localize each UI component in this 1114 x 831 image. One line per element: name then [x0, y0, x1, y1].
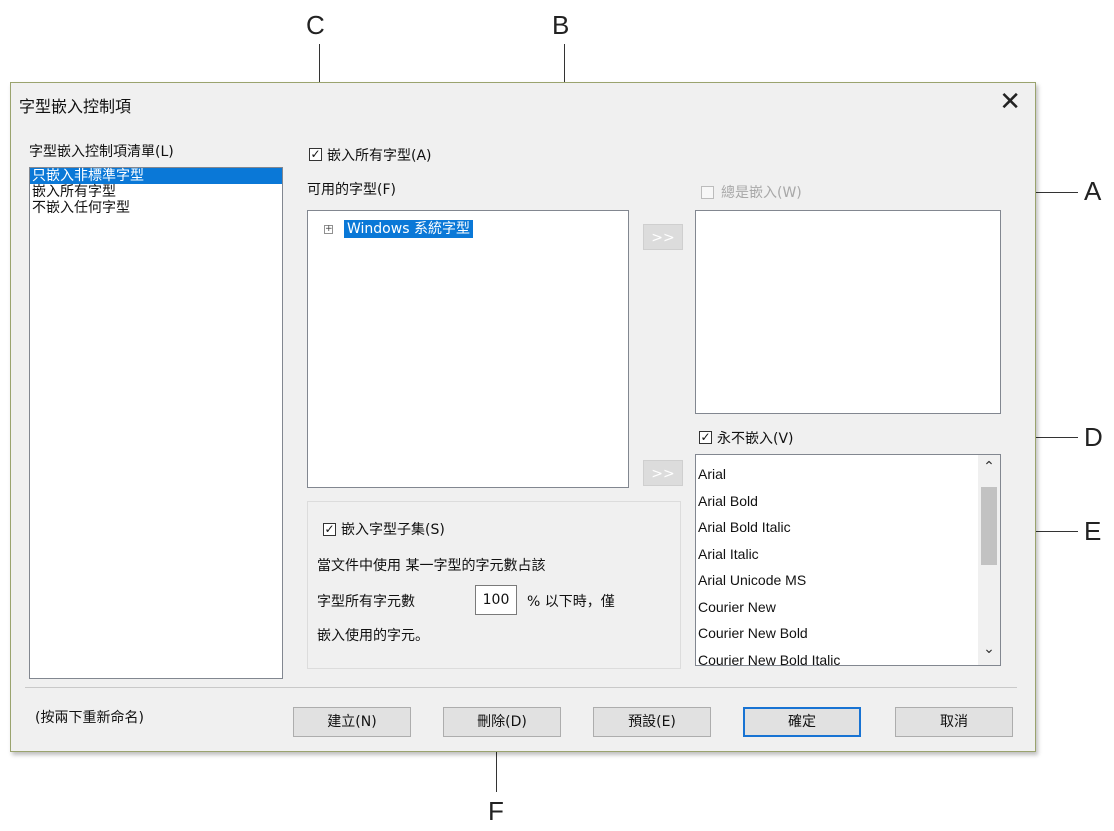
subset-description-line3: 嵌入使用的字元。 [317, 628, 429, 644]
delete-button[interactable]: 刪除(D) [443, 707, 561, 737]
list-item[interactable]: 嵌入所有字型 [30, 184, 282, 200]
list-item[interactable]: Arial [696, 461, 976, 488]
embed-all-label: 嵌入所有字型(A) [327, 148, 432, 164]
embed-all-checkbox[interactable]: ✓ [309, 148, 322, 161]
never-embed-list[interactable]: Arial Arial Bold Arial Bold Italic Arial… [695, 454, 1001, 666]
subset-description-line1: 當文件中使用 某一字型的字元數占該 [317, 558, 546, 574]
create-button[interactable]: 建立(N) [293, 707, 411, 737]
font-embedding-dialog: 字型嵌入控制項 ✕ 字型嵌入控制項清單(L) 只嵌入非標準字型 嵌入所有字型 不… [10, 82, 1036, 752]
scroll-thumb[interactable] [981, 487, 997, 565]
rename-hint: (按兩下重新命名) [35, 710, 144, 726]
vertical-scrollbar[interactable]: ⌃ ⌄ [978, 455, 1000, 665]
never-embed-checkbox[interactable]: ✓ [699, 431, 712, 444]
default-button[interactable]: 預設(E) [593, 707, 711, 737]
ok-button[interactable]: 確定 [743, 707, 861, 737]
list-item[interactable]: Arial Unicode MS [696, 567, 976, 594]
available-fonts-tree[interactable]: + Windows 系統字型 [307, 210, 629, 488]
list-item[interactable]: Arial Bold [696, 488, 976, 515]
available-fonts-label: 可用的字型(F) [307, 182, 396, 198]
expand-icon[interactable]: + [324, 225, 333, 234]
always-embed-label: 總是嵌入(W) [721, 185, 802, 201]
list-item[interactable]: Courier New Bold [696, 620, 976, 647]
control-list-label: 字型嵌入控制項清單(L) [29, 144, 174, 160]
callout-c: C [306, 10, 325, 40]
dialog-title: 字型嵌入控制項 [19, 97, 132, 116]
footer-separator [25, 687, 1017, 688]
always-embed-list[interactable] [695, 210, 1001, 414]
subset-percent-input[interactable]: 100 [475, 585, 517, 615]
add-to-never-embed-button[interactable]: >> [643, 460, 683, 486]
always-embed-checkbox[interactable] [701, 186, 714, 199]
control-listbox[interactable]: 只嵌入非標準字型 嵌入所有字型 不嵌入任何字型 [29, 167, 283, 679]
never-embed-label: 永不嵌入(V) [717, 431, 794, 447]
list-item[interactable]: 不嵌入任何字型 [30, 200, 282, 216]
scroll-down-icon[interactable]: ⌄ [979, 641, 999, 657]
add-to-always-embed-button[interactable]: >> [643, 224, 683, 250]
list-item[interactable]: Courier New Bold Italic [696, 647, 976, 666]
list-item[interactable]: 只嵌入非標準字型 [30, 168, 282, 184]
list-item[interactable]: Arial Italic [696, 541, 976, 568]
callout-e: E [1084, 516, 1102, 546]
close-icon[interactable]: ✕ [999, 87, 1021, 117]
embed-subset-checkbox[interactable]: ✓ [323, 523, 336, 536]
list-item[interactable]: Courier New [696, 594, 976, 621]
subset-description-line2b: % 以下時，僅 [527, 594, 615, 610]
callout-f: F [488, 796, 504, 826]
cancel-button[interactable]: 取消 [895, 707, 1013, 737]
list-item[interactable]: Arial Bold Italic [696, 514, 976, 541]
scroll-up-icon[interactable]: ⌃ [979, 459, 999, 475]
subset-description-line2a: 字型所有字元數 [317, 594, 415, 610]
embed-subset-label: 嵌入字型子集(S) [341, 522, 445, 538]
callout-b: B [552, 10, 570, 40]
callout-a: A [1084, 176, 1102, 206]
callout-d: D [1084, 422, 1103, 452]
tree-item-windows-fonts[interactable]: Windows 系統字型 [344, 220, 473, 238]
